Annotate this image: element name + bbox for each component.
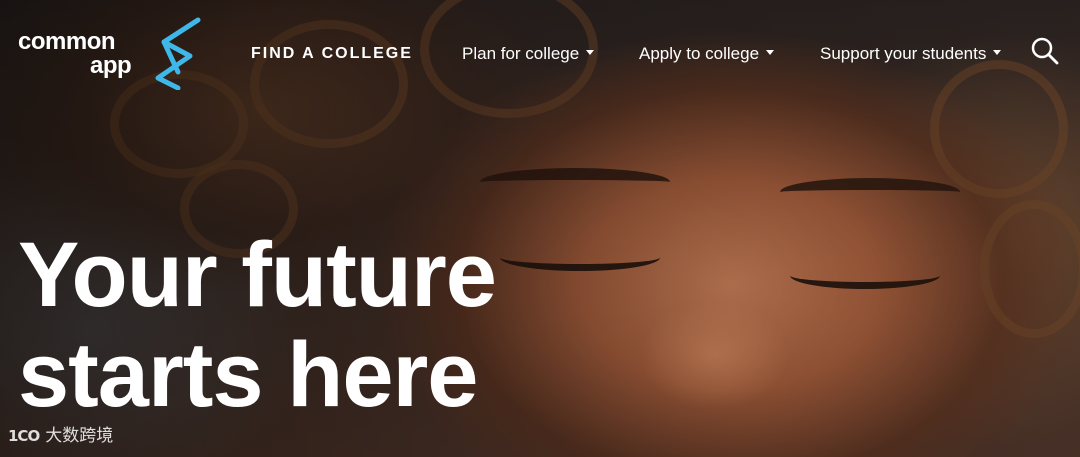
watermark-text: 大数跨境: [45, 426, 114, 446]
caret-down-icon: [993, 50, 1002, 56]
nav-apply-to-college[interactable]: Apply to college: [639, 40, 775, 68]
nav-find-a-college[interactable]: FIND A COLLEGE: [251, 40, 413, 68]
watermark-logo: 1CO: [8, 427, 40, 445]
hero-headline-line-1: Your future: [18, 224, 497, 326]
nav-plan-for-college[interactable]: Plan for college: [462, 40, 595, 68]
main-nav: FIND A COLLEGE Plan for college Apply to…: [0, 40, 1080, 68]
watermark: 1CO 大数跨境: [8, 424, 113, 448]
nav-plan-label: Plan for college: [462, 44, 580, 63]
search-button[interactable]: [1030, 36, 1060, 66]
caret-down-icon: [766, 50, 775, 56]
nav-support-your-students[interactable]: Support your students: [820, 40, 1002, 68]
caret-down-icon: [586, 50, 595, 56]
hero-headline-line-2: starts here: [18, 324, 478, 426]
search-icon: [1031, 37, 1059, 65]
nav-apply-label: Apply to college: [639, 44, 760, 63]
nav-support-label: Support your students: [820, 44, 987, 63]
hero-headline: Your future starts here: [18, 224, 497, 426]
hero-section: common app FIND A COLLEGE Plan for colle…: [0, 0, 1080, 457]
